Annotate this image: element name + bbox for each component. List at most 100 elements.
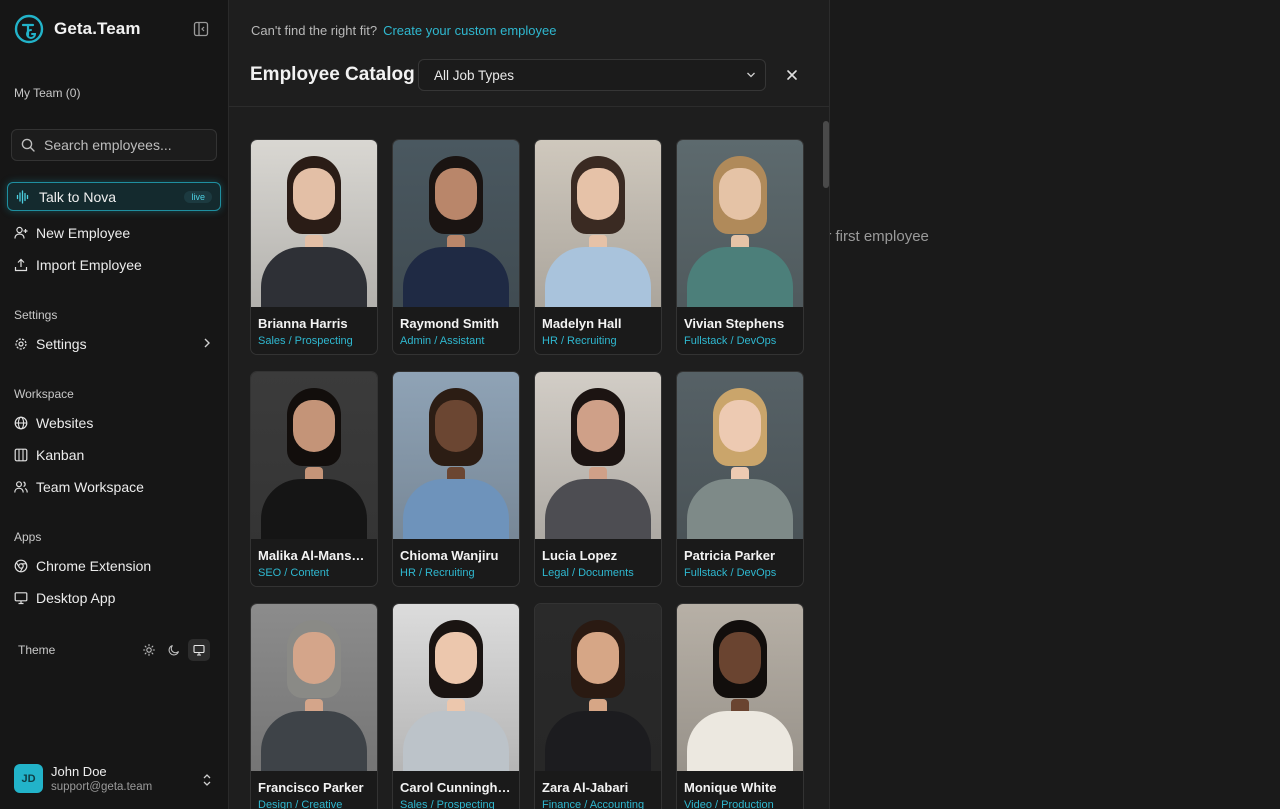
custom-employee-hint: Can't find the right fit? Create your cus… xyxy=(251,23,556,38)
my-team-label[interactable]: My Team (0) xyxy=(14,86,80,100)
chrome-icon xyxy=(14,559,28,573)
empty-state-text: ur first employee xyxy=(818,228,929,245)
create-custom-employee-link[interactable]: Create your custom employee xyxy=(383,23,556,38)
nova-label: Talk to Nova xyxy=(39,188,117,205)
employee-card[interactable]: Madelyn Hall HR / Recruiting xyxy=(534,139,662,355)
kanban-icon xyxy=(14,448,28,462)
brand-name: Geta.Team xyxy=(54,19,141,38)
employee-role: Sales / Prospecting xyxy=(258,335,353,347)
employee-card[interactable]: Carol Cunningh… Sales / Prospecting xyxy=(392,603,520,809)
employee-name: Zara Al-Jabari xyxy=(542,780,629,795)
desktop-app-label: Desktop App xyxy=(36,590,116,606)
employee-card[interactable]: Zara Al-Jabari Finance / Accounting xyxy=(534,603,662,809)
employee-card[interactable]: Brianna Harris Sales / Prospecting xyxy=(250,139,378,355)
settings-label: Settings xyxy=(36,336,87,352)
sidebar-item-settings[interactable]: Settings xyxy=(14,336,87,352)
employee-card[interactable]: Malika Al-Mans… SEO / Content xyxy=(250,371,378,587)
employee-name: Chioma Wanjiru xyxy=(400,548,499,563)
employee-photo xyxy=(251,140,377,307)
theme-dark-button[interactable] xyxy=(163,639,185,661)
employee-photo xyxy=(535,604,661,771)
employee-role: Admin / Assistant xyxy=(400,335,485,347)
employee-card[interactable]: Vivian Stephens Fullstack / DevOps xyxy=(676,139,804,355)
sidebar-item-kanban[interactable]: Kanban xyxy=(14,447,84,463)
job-type-select[interactable]: All Job Types xyxy=(418,59,766,91)
new-employee-button[interactable]: New Employee xyxy=(14,225,130,241)
employee-name: Monique White xyxy=(684,780,777,795)
employee-name: Francisco Parker xyxy=(258,780,364,795)
monitor-icon xyxy=(14,592,28,605)
monitor-icon xyxy=(193,644,205,656)
import-employee-button[interactable]: Import Employee xyxy=(14,257,142,273)
search-employees[interactable] xyxy=(11,129,217,161)
employee-card[interactable]: Chioma Wanjiru HR / Recruiting xyxy=(392,371,520,587)
employee-photo xyxy=(251,372,377,539)
import-employee-label: Import Employee xyxy=(36,257,142,273)
sidebar-item-chrome-extension[interactable]: Chrome Extension xyxy=(14,558,151,574)
employee-card[interactable]: Patricia Parker Fullstack / DevOps xyxy=(676,371,804,587)
employee-role: Finance / Accounting xyxy=(542,799,645,809)
employee-name: Malika Al-Mans… xyxy=(258,548,365,563)
employee-photo xyxy=(251,604,377,771)
employee-role: Sales / Prospecting xyxy=(400,799,495,809)
sidebar-item-desktop-app[interactable]: Desktop App xyxy=(14,590,115,606)
user-menu[interactable]: JD John Doe support@geta.team xyxy=(14,764,152,793)
globe-icon xyxy=(14,416,28,430)
header-divider xyxy=(229,106,829,107)
employee-catalog-panel: Can't find the right fit? Create your cus… xyxy=(229,0,830,809)
employee-card[interactable]: Monique White Video / Production xyxy=(676,603,804,809)
audio-wave-icon xyxy=(16,189,29,204)
employee-photo xyxy=(393,372,519,539)
chevron-right-icon[interactable] xyxy=(202,337,212,349)
live-badge: live xyxy=(184,191,212,203)
avatar: JD xyxy=(14,764,43,793)
search-input[interactable] xyxy=(44,137,204,153)
job-type-value: All Job Types xyxy=(434,67,515,83)
theme-system-button[interactable] xyxy=(188,639,210,661)
geta-logo-icon xyxy=(14,14,44,44)
employee-name: Madelyn Hall xyxy=(542,316,622,331)
employee-role: SEO / Content xyxy=(258,567,329,579)
websites-label: Websites xyxy=(36,415,94,431)
close-icon[interactable] xyxy=(785,68,799,82)
apps-section-label: Apps xyxy=(14,530,42,544)
theme-light-button[interactable] xyxy=(138,639,160,661)
upload-icon xyxy=(14,258,28,272)
employee-role: Fullstack / DevOps xyxy=(684,567,777,579)
brand[interactable]: Geta.Team xyxy=(14,14,141,44)
employee-name: Raymond Smith xyxy=(400,316,499,331)
employee-photo xyxy=(535,140,661,307)
user-plus-icon xyxy=(14,226,28,239)
employee-name: Lucia Lopez xyxy=(542,548,618,563)
employee-photo xyxy=(535,372,661,539)
employee-photo xyxy=(393,140,519,307)
kanban-label: Kanban xyxy=(36,447,85,463)
employee-card[interactable]: Lucia Lopez Legal / Documents xyxy=(534,371,662,587)
page-title: Employee Catalog xyxy=(250,64,415,85)
employee-photo xyxy=(677,604,803,771)
chevrons-up-down-icon[interactable] xyxy=(201,773,213,787)
employee-photo xyxy=(677,372,803,539)
user-name: John Doe xyxy=(51,764,107,779)
sidebar-item-team-workspace[interactable]: Team Workspace xyxy=(14,479,144,495)
talk-to-nova-button[interactable]: Talk to Nova live xyxy=(7,182,221,211)
employee-card[interactable]: Francisco Parker Design / Creative xyxy=(250,603,378,809)
scrollbar[interactable] xyxy=(823,121,829,188)
sidebar-item-websites[interactable]: Websites xyxy=(14,415,93,431)
employee-role: Fullstack / DevOps xyxy=(684,335,777,347)
employee-role: Video / Production xyxy=(684,799,774,809)
employee-photo xyxy=(393,604,519,771)
theme-label: Theme xyxy=(18,643,56,657)
employee-card[interactable]: Raymond Smith Admin / Assistant xyxy=(392,139,520,355)
user-email: support@geta.team xyxy=(51,781,153,793)
search-icon xyxy=(21,138,35,152)
sun-icon xyxy=(143,644,155,656)
sidebar-collapse-icon[interactable] xyxy=(193,21,209,37)
moon-icon xyxy=(168,644,180,656)
employee-name: Vivian Stephens xyxy=(684,316,785,331)
employee-photo xyxy=(677,140,803,307)
employee-name: Brianna Harris xyxy=(258,316,348,331)
new-employee-label: New Employee xyxy=(36,225,131,241)
team-workspace-label: Team Workspace xyxy=(36,479,144,495)
employee-role: HR / Recruiting xyxy=(542,335,617,347)
